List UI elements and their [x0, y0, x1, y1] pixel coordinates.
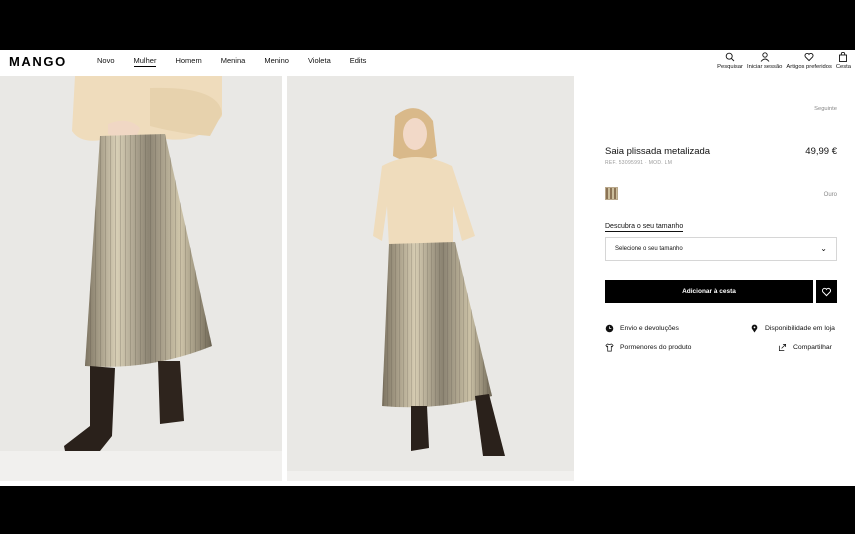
user-icon [760, 52, 770, 62]
size-guide-link[interactable]: Descubra o seu tamanho [605, 223, 684, 232]
site-header: MANGO Novo Mulher Homem Menina Menino Vi… [0, 50, 855, 76]
next-product-link[interactable]: Seguinte [814, 106, 837, 112]
location-pin-icon [751, 324, 758, 333]
nav-item-novo[interactable]: Novo [97, 56, 115, 67]
tshirt-icon [605, 343, 614, 352]
heart-icon [821, 287, 832, 296]
letterbox-top [0, 0, 855, 50]
letterbox-bottom [0, 486, 855, 534]
size-select[interactable]: Selecione o seu tamanho ⌄ [605, 237, 837, 261]
chevron-down-icon: ⌄ [820, 244, 827, 253]
color-name: Ouro [823, 192, 837, 198]
store-label: Disponibilidade em loja [765, 325, 835, 332]
product-image-1[interactable] [0, 76, 282, 481]
favorites-button[interactable]: Artigos preferidos [786, 52, 832, 70]
product-details-link[interactable]: Pormenores do produto [605, 343, 691, 352]
model-full-illustration [287, 76, 574, 481]
size-select-placeholder: Selecione o seu tamanho [615, 246, 683, 252]
search-icon [725, 52, 735, 62]
nav-item-menino[interactable]: Menino [264, 56, 289, 67]
product-page: MANGO Novo Mulher Homem Menina Menino Vi… [0, 50, 855, 486]
nav-item-menina[interactable]: Menina [221, 56, 246, 67]
product-title: Saia plissada metalizada [605, 146, 711, 157]
main-nav: Novo Mulher Homem Menina Menino Violeta … [97, 56, 385, 67]
search-button[interactable]: Pesquisar [717, 52, 743, 70]
product-price: 49,99 € [805, 146, 837, 157]
heart-icon [804, 52, 814, 62]
shipping-returns-link[interactable]: Envio e devoluções [605, 324, 679, 333]
shipping-label: Envio e devoluções [620, 325, 679, 332]
share-label: Compartilhar [793, 344, 832, 351]
clock-icon [605, 324, 614, 333]
product-panel: Seguinte Saia plissada metalizada 49,99 … [576, 76, 855, 486]
bag-icon [839, 52, 848, 62]
login-button[interactable]: Iniciar sessão [747, 52, 782, 70]
header-tools: Pesquisar Iniciar sessão Artigos preferi… [717, 52, 851, 70]
add-to-cart-button[interactable]: Adicionar à cesta [605, 280, 813, 303]
cart-label: Cesta [835, 64, 851, 70]
share-link[interactable]: Compartilhar [778, 343, 832, 352]
nav-item-violeta[interactable]: Violeta [308, 56, 331, 67]
favorite-button[interactable] [816, 280, 837, 303]
product-reference: REF. 53095991 · MOD. LM [605, 160, 673, 166]
login-label: Iniciar sessão [746, 64, 783, 70]
product-image-2[interactable] [287, 76, 574, 481]
favorites-label: Artigos preferidos [786, 64, 832, 70]
nav-item-mulher[interactable]: Mulher [133, 56, 157, 67]
share-icon [778, 343, 787, 352]
nav-item-homem[interactable]: Homem [175, 56, 201, 67]
cart-button[interactable]: Cesta [836, 52, 851, 70]
brand-logo[interactable]: MANGO [9, 54, 67, 69]
skirt-closeup-illustration [0, 76, 282, 481]
nav-item-edits[interactable]: Edits [350, 56, 367, 67]
color-swatch[interactable] [605, 187, 618, 200]
search-label: Pesquisar [717, 64, 743, 70]
details-label: Pormenores do produto [620, 344, 692, 351]
store-availability-link[interactable]: Disponibilidade em loja [750, 324, 835, 333]
